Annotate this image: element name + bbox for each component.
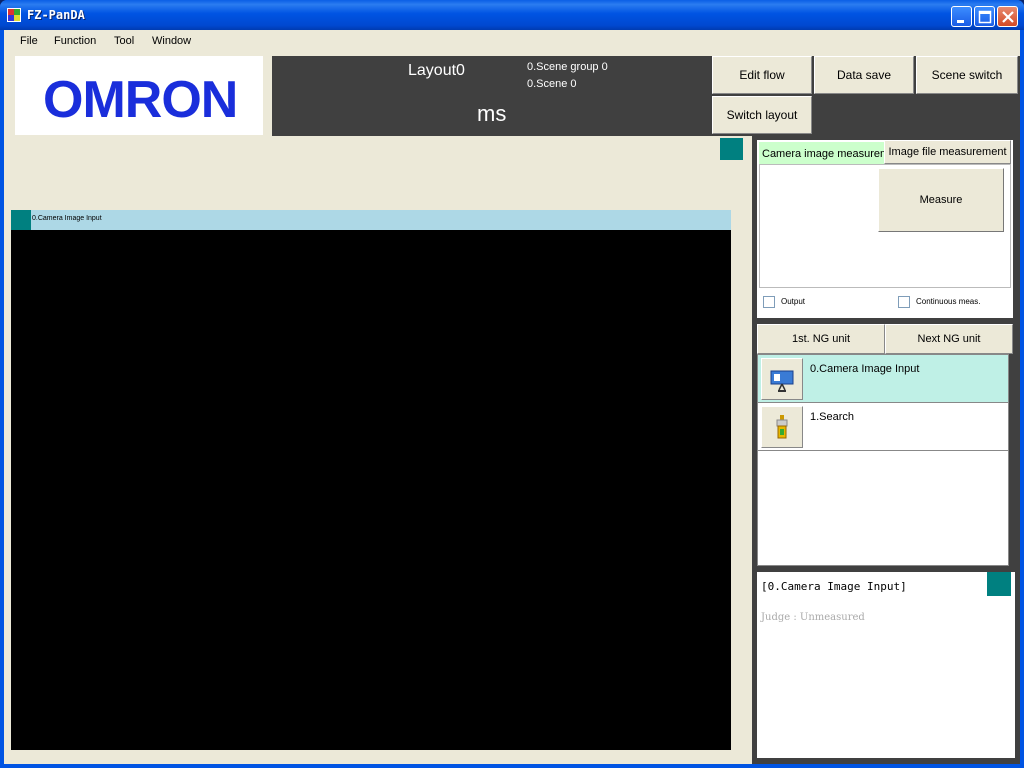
data-save-button[interactable]: Data save — [814, 56, 914, 94]
output-checkbox[interactable] — [763, 296, 775, 308]
title-bar[interactable]: FZ-PanDA — [0, 0, 1024, 30]
app-icon — [7, 8, 21, 22]
flow-list-scrollbar[interactable] — [1009, 354, 1015, 566]
search-unit-icon[interactable] — [761, 406, 803, 448]
scene-group-label: 0.Scene group 0 — [527, 61, 608, 73]
maximize-icon — [978, 10, 992, 24]
status-panel: Layout0 0.Scene group 0 0.Scene 0 ms — [272, 56, 710, 136]
minimize-icon — [957, 20, 964, 23]
judge-status: Judge : Unmeasured — [761, 612, 865, 623]
tab-image-file-measurement[interactable]: Image file measurement — [884, 140, 1011, 164]
output-option[interactable]: Output — [763, 296, 805, 308]
header: OMRON Layout0 0.Scene group 0 0.Scene 0 … — [4, 54, 1020, 136]
menu-function[interactable]: Function — [54, 35, 96, 47]
continuous-label: Continuous meas. — [916, 297, 981, 307]
output-label: Output — [781, 297, 806, 307]
close-button[interactable] — [997, 6, 1018, 27]
result-panel: [0.Camera Image Input] Judge : Unmeasure… — [757, 572, 1015, 758]
flow-item-label: 1.Search — [810, 411, 855, 423]
window-title: FZ-PanDA — [27, 8, 85, 22]
flow-list: 0.Camera Image Input 1.Search — [757, 354, 1009, 566]
image-window-indicator — [11, 210, 31, 230]
tab-camera-image-measurement[interactable]: Camera image measurement — [759, 142, 887, 164]
image-status-indicator — [720, 138, 743, 160]
processing-time-unit: ms — [477, 101, 507, 126]
continuous-checkbox[interactable] — [898, 296, 910, 308]
camera-image-view[interactable] — [11, 230, 731, 750]
continuous-option[interactable]: Continuous meas. — [898, 296, 980, 308]
client-area: File Function Tool Window OMRON Layout0 … — [4, 30, 1020, 764]
first-ng-unit-button[interactable]: 1st. NG unit — [757, 324, 885, 354]
measure-panel: Camera image measurement Image file meas… — [757, 140, 1013, 318]
menu-window[interactable]: Window — [152, 35, 191, 47]
menu-tool[interactable]: Tool — [114, 35, 134, 47]
flow-item-camera-image-input[interactable]: 0.Camera Image Input — [758, 355, 1008, 403]
layout-name: Layout0 — [408, 62, 465, 79]
header-button-area: Edit flow Data save Scene switch Switch … — [710, 56, 1020, 136]
scene-label: 0.Scene 0 — [527, 78, 577, 90]
flow-item-label: 0.Camera Image Input — [810, 363, 920, 375]
menu-file[interactable]: File — [20, 35, 38, 47]
result-title: [0.Camera Image Input] — [761, 580, 907, 593]
image-window-label: 0.Camera Image Input — [32, 215, 102, 222]
maximize-button[interactable] — [974, 6, 995, 27]
omron-logo: OMRON — [43, 71, 238, 129]
camera-icon[interactable] — [761, 358, 803, 400]
flow-item-search[interactable]: 1.Search — [758, 403, 1008, 451]
measure-button[interactable]: Measure — [878, 168, 1004, 232]
right-panel: Camera image measurement Image file meas… — [752, 136, 1020, 764]
app-window: FZ-PanDA File Function Tool Window OMRON… — [0, 0, 1024, 768]
result-status-indicator — [987, 572, 1011, 596]
image-window-title-bar[interactable]: 0.Camera Image Input — [11, 210, 731, 230]
edit-flow-button[interactable]: Edit flow — [712, 56, 812, 94]
switch-layout-button[interactable]: Switch layout — [712, 96, 812, 134]
logo-box: OMRON — [15, 56, 263, 135]
next-ng-unit-button[interactable]: Next NG unit — [885, 324, 1013, 354]
menu-bar: File Function Tool Window — [4, 30, 1020, 52]
minimize-button[interactable] — [951, 6, 972, 27]
close-icon — [1002, 11, 1014, 23]
scene-switch-button[interactable]: Scene switch — [916, 56, 1018, 94]
image-area: 0.Camera Image Input — [4, 136, 752, 764]
measure-tab-content: Measure — [759, 164, 1011, 288]
